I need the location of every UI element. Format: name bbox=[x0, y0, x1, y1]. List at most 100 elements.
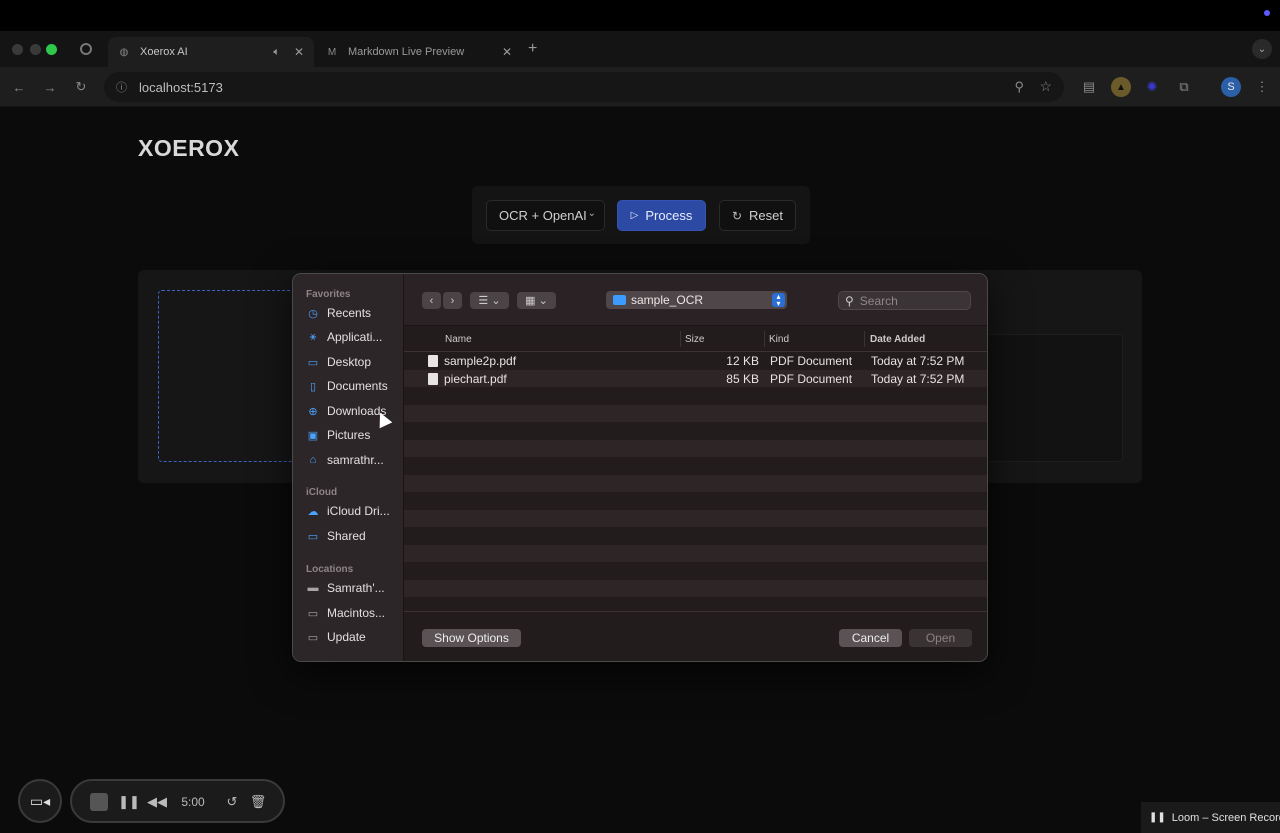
window-zoom-button[interactable] bbox=[46, 44, 57, 55]
reload-icon[interactable]: ↻ bbox=[73, 79, 89, 95]
empty-row bbox=[404, 579, 987, 597]
applications-icon: ⚹ bbox=[309, 330, 317, 343]
site-info-icon[interactable]: ⓘ bbox=[116, 79, 127, 95]
laptop-icon: ▬ bbox=[307, 582, 319, 594]
disk-icon: ▭ bbox=[307, 607, 319, 620]
extension-icon[interactable]: ▤ bbox=[1081, 79, 1097, 95]
column-divider bbox=[864, 331, 865, 347]
column-header-date-added[interactable]: Date Added bbox=[870, 334, 925, 345]
tab-title: Xoerox AI bbox=[140, 46, 188, 58]
list-view-button[interactable]: ☰ ⌄ bbox=[470, 292, 509, 309]
back-arrow-icon[interactable]: ← bbox=[11, 79, 27, 95]
chevron-left-icon: ‹ bbox=[429, 294, 434, 307]
sidebar-item-update[interactable]: ▭ Update bbox=[306, 627, 400, 647]
close-tab-icon[interactable]: ✕ bbox=[502, 45, 512, 59]
menu-kebab-icon[interactable]: ⋮ bbox=[1254, 79, 1270, 95]
chevron-down-icon: ⌄ bbox=[587, 208, 596, 219]
cancel-button[interactable]: Cancel bbox=[839, 629, 902, 647]
dialog-toolbar: ‹ › ☰ ⌄ ▦ ⌄ sample_OCR ▴ ▾ ⚲ Search bbox=[404, 274, 987, 326]
camera-toggle-button[interactable]: ▭◂ bbox=[18, 779, 62, 823]
process-label: Process bbox=[645, 208, 693, 223]
empty-row bbox=[404, 492, 987, 510]
sidebar-item-applications[interactable]: ⚹ Applicati... bbox=[306, 327, 400, 347]
tab-xoerox-ai[interactable]: ◍ Xoerox AI 🔈︎ ✕ bbox=[108, 37, 314, 67]
address-bar[interactable]: ⓘ localhost:5173 ⚲ ☆ bbox=[104, 72, 1064, 102]
dialog-sidebar: Favorites ◷ Recents ⚹ Applicati... ▭ Deskto… bbox=[293, 274, 404, 661]
column-header-kind[interactable]: Kind bbox=[769, 334, 789, 345]
rewind-icon: ◀◀ bbox=[147, 794, 167, 809]
folder-path-select[interactable]: sample_OCR ▴ ▾ bbox=[606, 291, 787, 309]
sidebar-heading-favorites: Favorites bbox=[306, 289, 351, 300]
new-tab-button[interactable]: + bbox=[528, 40, 537, 58]
file-row[interactable]: sample2p.pdf 12 KB PDF Document Today at… bbox=[404, 352, 987, 370]
rewind-button[interactable]: ◀◀ bbox=[147, 793, 167, 811]
forward-nav-button[interactable]: › bbox=[443, 292, 462, 309]
open-button[interactable]: Open bbox=[909, 629, 972, 647]
updown-chevron-icon: ▴ ▾ bbox=[772, 293, 785, 308]
pdf-file-icon bbox=[428, 372, 438, 385]
sidebar-heading-icloud: iCloud bbox=[306, 487, 338, 498]
restart-button[interactable]: ↺ bbox=[223, 793, 241, 811]
play-icon: ▷ bbox=[630, 210, 639, 221]
file-row[interactable]: piechart.pdf 85 KB PDF Document Today at… bbox=[404, 369, 987, 387]
shared-folder-icon: ▭ bbox=[307, 530, 319, 543]
sidebar-item-mac[interactable]: ▬ Samrath'... bbox=[306, 578, 400, 598]
sidebar-item-macintosh-hd[interactable]: ▭ Macintos... bbox=[306, 603, 400, 623]
search-field[interactable]: ⚲ Search bbox=[838, 291, 971, 310]
extension-a-icon[interactable]: ▲ bbox=[1111, 77, 1131, 97]
empty-row bbox=[404, 544, 987, 562]
stop-button[interactable] bbox=[90, 793, 108, 811]
bookmark-star-icon[interactable]: ☆ bbox=[1039, 78, 1052, 95]
dialog-footer: Show Options Cancel Open bbox=[404, 611, 987, 661]
loom-label: Loom – Screen Recorde bbox=[1171, 811, 1280, 824]
empty-row bbox=[404, 457, 987, 475]
file-name-cell: piechart.pdf bbox=[428, 372, 507, 386]
current-folder-name: sample_OCR bbox=[631, 293, 704, 307]
sidebar-item-documents[interactable]: ▯ Documents bbox=[306, 376, 400, 396]
desktop-icon: ▭ bbox=[307, 356, 319, 369]
sidebar-item-recents[interactable]: ◷ Recents bbox=[306, 303, 400, 323]
record-tab-icon bbox=[80, 43, 92, 55]
disk-icon: ▭ bbox=[307, 631, 319, 644]
extensions-puzzle-icon[interactable]: ⧉ bbox=[1176, 79, 1192, 95]
pause-icon: ❚❚ bbox=[118, 794, 140, 809]
speaker-icon[interactable]: 🔈︎ bbox=[273, 46, 280, 59]
reset-button[interactable]: ↻ Reset bbox=[719, 200, 796, 231]
reset-label: Reset bbox=[749, 208, 784, 223]
empty-row bbox=[404, 597, 987, 611]
column-header-size[interactable]: Size bbox=[685, 334, 704, 345]
process-button[interactable]: ▷ Process bbox=[617, 200, 706, 231]
loom-indicator[interactable]: ❚❚ Loom – Screen Recorde bbox=[1141, 802, 1280, 833]
extension-gear-icon[interactable]: ✺ bbox=[1144, 79, 1160, 95]
back-nav-button[interactable]: ‹ bbox=[422, 292, 441, 309]
pdf-file-icon bbox=[428, 355, 438, 367]
globe-icon: ◍ bbox=[119, 46, 129, 58]
sidebar-item-icloud-drive[interactable]: ☁ iCloud Dri... bbox=[306, 501, 400, 521]
folder-icon bbox=[613, 295, 626, 305]
url-text: localhost:5173 bbox=[139, 79, 223, 95]
sidebar-item-home[interactable]: ⌂ samrathr... bbox=[306, 450, 400, 470]
home-icon: ⌂ bbox=[309, 454, 317, 466]
trash-icon: 🗑︎ bbox=[249, 794, 267, 809]
tab-title: Markdown Live Preview bbox=[348, 46, 465, 58]
column-header-name[interactable]: Name bbox=[445, 334, 472, 345]
clock-icon: ◷ bbox=[308, 307, 318, 320]
pause-button[interactable]: ❚❚ bbox=[118, 793, 140, 811]
mode-select[interactable]: OCR + OpenAI ⌄ bbox=[486, 200, 605, 231]
window-minimize-button[interactable] bbox=[30, 44, 41, 55]
delete-button[interactable]: 🗑︎ bbox=[249, 793, 267, 811]
forward-arrow-icon[interactable]: → bbox=[42, 79, 58, 95]
sidebar-item-shared[interactable]: ▭ Shared bbox=[306, 526, 400, 546]
close-tab-icon[interactable]: ✕ bbox=[294, 45, 304, 59]
download-icon: ⊕ bbox=[308, 405, 318, 418]
tab-search-chevron-icon[interactable]: ⌄ bbox=[1252, 39, 1272, 59]
zoom-icon[interactable]: ⚲ bbox=[1014, 79, 1024, 95]
profile-avatar[interactable]: S bbox=[1221, 77, 1241, 97]
sidebar-item-desktop[interactable]: ▭ Desktop bbox=[306, 352, 400, 372]
show-options-button[interactable]: Show Options bbox=[422, 629, 521, 647]
grid-view-button[interactable]: ▦ ⌄ bbox=[517, 292, 556, 309]
tab-markdown-live-preview[interactable]: M Markdown Live Preview ✕ bbox=[316, 37, 522, 67]
window-close-button[interactable] bbox=[12, 44, 23, 55]
search-placeholder: Search bbox=[859, 293, 898, 308]
sidebar-item-pictures[interactable]: ▣ Pictures bbox=[306, 425, 400, 445]
